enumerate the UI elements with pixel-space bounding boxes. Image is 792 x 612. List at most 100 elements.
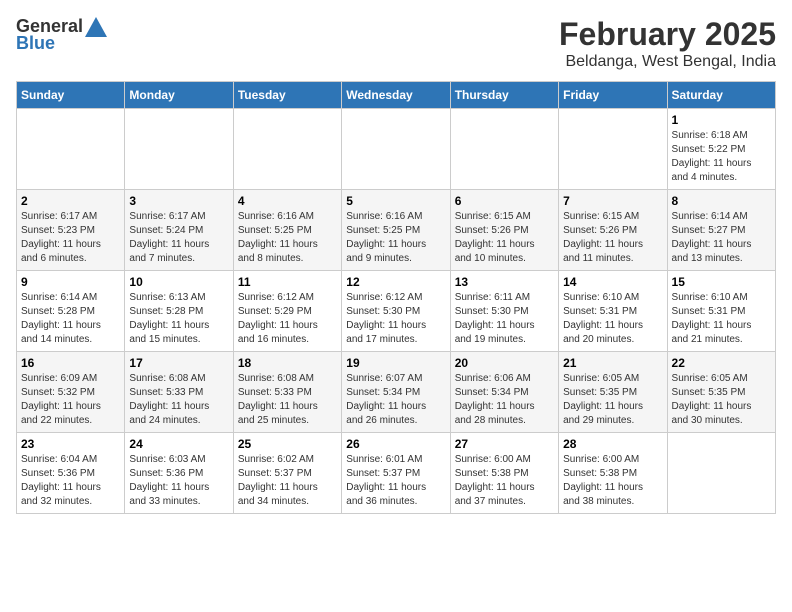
calendar-cell: 2 Sunrise: 6:17 AM Sunset: 5:23 PM Daylig… (17, 190, 125, 271)
day-info: Sunrise: 6:00 AM Sunset: 5:38 PM Dayligh… (563, 453, 662, 509)
calendar-cell: 28 Sunrise: 6:00 AM Sunset: 5:38 PM Dayli… (559, 433, 667, 514)
calendar-cell: 20 Sunrise: 6:06 AM Sunset: 5:34 PM Dayli… (450, 352, 558, 433)
calendar-cell: 23 Sunrise: 6:04 AM Sunset: 5:36 PM Dayli… (17, 433, 125, 514)
calendar-cell: 11 Sunrise: 6:12 AM Sunset: 5:29 PM Dayli… (233, 271, 341, 352)
day-number: 12 (346, 275, 445, 289)
calendar-cell: 14 Sunrise: 6:10 AM Sunset: 5:31 PM Dayli… (559, 271, 667, 352)
calendar-cell: 22 Sunrise: 6:05 AM Sunset: 5:35 PM Dayli… (667, 352, 775, 433)
calendar-week-row: 1 Sunrise: 6:18 AM Sunset: 5:22 PM Daylig… (17, 109, 776, 190)
day-info: Sunrise: 6:14 AM Sunset: 5:27 PM Dayligh… (672, 210, 771, 266)
day-info: Sunrise: 6:18 AM Sunset: 5:22 PM Dayligh… (672, 129, 771, 185)
calendar-week-row: 16Sunrise: 6:09 AM Sunset: 5:32 PM Dayli… (17, 352, 776, 433)
calendar-cell: 10Sunrise: 6:13 AM Sunset: 5:28 PM Dayli… (125, 271, 233, 352)
day-number: 4 (238, 194, 337, 208)
calendar-cell (559, 109, 667, 190)
calendar-header-tuesday: Tuesday (233, 82, 341, 109)
day-info: Sunrise: 6:07 AM Sunset: 5:34 PM Dayligh… (346, 372, 445, 428)
day-number: 19 (346, 356, 445, 370)
calendar-cell: 1 Sunrise: 6:18 AM Sunset: 5:22 PM Daylig… (667, 109, 775, 190)
day-number: 1 (672, 113, 771, 127)
day-number: 20 (455, 356, 554, 370)
day-info: Sunrise: 6:00 AM Sunset: 5:38 PM Dayligh… (455, 453, 554, 509)
day-number: 27 (455, 437, 554, 451)
calendar-cell: 19 Sunrise: 6:07 AM Sunset: 5:34 PM Dayli… (342, 352, 450, 433)
day-info: Sunrise: 6:08 AM Sunset: 5:33 PM Dayligh… (129, 372, 228, 428)
day-number: 14 (563, 275, 662, 289)
calendar-cell: 16Sunrise: 6:09 AM Sunset: 5:32 PM Dayli… (17, 352, 125, 433)
day-number: 6 (455, 194, 554, 208)
calendar-cell: 8 Sunrise: 6:14 AM Sunset: 5:27 PM Daylig… (667, 190, 775, 271)
day-number: 9 (21, 275, 120, 289)
calendar-cell: 6 Sunrise: 6:15 AM Sunset: 5:26 PM Daylig… (450, 190, 558, 271)
calendar-header-row: SundayMondayTuesdayWednesdayThursdayFrid… (17, 82, 776, 109)
day-number: 15 (672, 275, 771, 289)
day-number: 21 (563, 356, 662, 370)
day-number: 13 (455, 275, 554, 289)
page-subtitle: Beldanga, West Bengal, India (559, 53, 776, 71)
day-number: 5 (346, 194, 445, 208)
calendar-header-wednesday: Wednesday (342, 82, 450, 109)
calendar-cell (342, 109, 450, 190)
day-info: Sunrise: 6:04 AM Sunset: 5:36 PM Dayligh… (21, 453, 120, 509)
day-info: Sunrise: 6:15 AM Sunset: 5:26 PM Dayligh… (455, 210, 554, 266)
calendar-week-row: 9Sunrise: 6:14 AM Sunset: 5:28 PM Daylig… (17, 271, 776, 352)
day-info: Sunrise: 6:11 AM Sunset: 5:30 PM Dayligh… (455, 291, 554, 347)
calendar-cell (17, 109, 125, 190)
day-number: 11 (238, 275, 337, 289)
calendar-table: SundayMondayTuesdayWednesdayThursdayFrid… (16, 81, 776, 514)
calendar-cell (233, 109, 341, 190)
calendar-cell: 15Sunrise: 6:10 AM Sunset: 5:31 PM Dayli… (667, 271, 775, 352)
day-info: Sunrise: 6:16 AM Sunset: 5:25 PM Dayligh… (238, 210, 337, 266)
calendar-cell: 4 Sunrise: 6:16 AM Sunset: 5:25 PM Daylig… (233, 190, 341, 271)
day-info: Sunrise: 6:17 AM Sunset: 5:24 PM Dayligh… (129, 210, 228, 266)
day-info: Sunrise: 6:02 AM Sunset: 5:37 PM Dayligh… (238, 453, 337, 509)
calendar-cell: 21 Sunrise: 6:05 AM Sunset: 5:35 PM Dayli… (559, 352, 667, 433)
day-info: Sunrise: 6:05 AM Sunset: 5:35 PM Dayligh… (563, 372, 662, 428)
title-area: February 2025 Beldanga, West Bengal, Ind… (559, 16, 776, 71)
day-info: Sunrise: 6:05 AM Sunset: 5:35 PM Dayligh… (672, 372, 771, 428)
calendar-cell: 26 Sunrise: 6:01 AM Sunset: 5:37 PM Dayli… (342, 433, 450, 514)
day-number: 23 (21, 437, 120, 451)
day-number: 18 (238, 356, 337, 370)
day-info: Sunrise: 6:09 AM Sunset: 5:32 PM Dayligh… (21, 372, 120, 428)
calendar-cell (450, 109, 558, 190)
day-number: 8 (672, 194, 771, 208)
calendar-header-thursday: Thursday (450, 82, 558, 109)
calendar-cell: 25 Sunrise: 6:02 AM Sunset: 5:37 PM Dayli… (233, 433, 341, 514)
logo-blue-text: Blue (16, 33, 55, 54)
day-info: Sunrise: 6:12 AM Sunset: 5:29 PM Dayligh… (238, 291, 337, 347)
day-number: 10 (129, 275, 228, 289)
day-number: 26 (346, 437, 445, 451)
page-title: February 2025 (559, 16, 776, 53)
calendar-cell: 7 Sunrise: 6:15 AM Sunset: 5:26 PM Daylig… (559, 190, 667, 271)
day-info: Sunrise: 6:15 AM Sunset: 5:26 PM Dayligh… (563, 210, 662, 266)
calendar-cell (125, 109, 233, 190)
day-number: 28 (563, 437, 662, 451)
calendar-header-sunday: Sunday (17, 82, 125, 109)
calendar-cell: 3 Sunrise: 6:17 AM Sunset: 5:24 PM Daylig… (125, 190, 233, 271)
day-number: 3 (129, 194, 228, 208)
calendar-cell: 13 Sunrise: 6:11 AM Sunset: 5:30 PM Dayli… (450, 271, 558, 352)
day-number: 25 (238, 437, 337, 451)
day-info: Sunrise: 6:17 AM Sunset: 5:23 PM Dayligh… (21, 210, 120, 266)
day-number: 17 (129, 356, 228, 370)
calendar-cell: 9Sunrise: 6:14 AM Sunset: 5:28 PM Daylig… (17, 271, 125, 352)
day-info: Sunrise: 6:16 AM Sunset: 5:25 PM Dayligh… (346, 210, 445, 266)
day-info: Sunrise: 6:10 AM Sunset: 5:31 PM Dayligh… (563, 291, 662, 347)
calendar-week-row: 23 Sunrise: 6:04 AM Sunset: 5:36 PM Dayli… (17, 433, 776, 514)
calendar-cell: 24Sunrise: 6:03 AM Sunset: 5:36 PM Dayli… (125, 433, 233, 514)
calendar-header-saturday: Saturday (667, 82, 775, 109)
calendar-cell: 27 Sunrise: 6:00 AM Sunset: 5:38 PM Dayli… (450, 433, 558, 514)
calendar-header-friday: Friday (559, 82, 667, 109)
calendar-cell: 12Sunrise: 6:12 AM Sunset: 5:30 PM Dayli… (342, 271, 450, 352)
calendar-week-row: 2 Sunrise: 6:17 AM Sunset: 5:23 PM Daylig… (17, 190, 776, 271)
calendar-cell: 5 Sunrise: 6:16 AM Sunset: 5:25 PM Daylig… (342, 190, 450, 271)
day-number: 22 (672, 356, 771, 370)
day-number: 24 (129, 437, 228, 451)
day-info: Sunrise: 6:06 AM Sunset: 5:34 PM Dayligh… (455, 372, 554, 428)
day-number: 2 (21, 194, 120, 208)
day-number: 7 (563, 194, 662, 208)
day-info: Sunrise: 6:01 AM Sunset: 5:37 PM Dayligh… (346, 453, 445, 509)
header: General Blue February 2025 Beldanga, Wes… (16, 16, 776, 71)
logo-arrow-icon (85, 17, 107, 37)
